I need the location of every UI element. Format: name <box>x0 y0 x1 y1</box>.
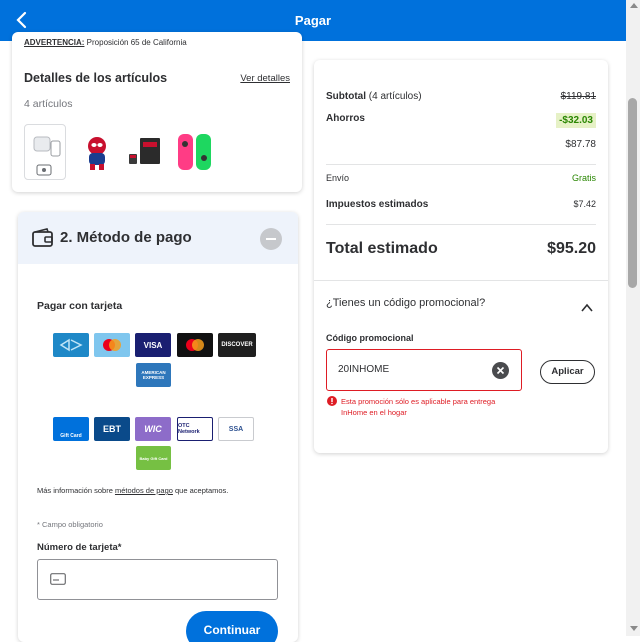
promo-code-label: Código promocional <box>326 333 414 343</box>
order-summary-card: Subtotal (4 artículos) $119.81 Ahorros -… <box>314 60 608 453</box>
subtotal-row: Subtotal (4 artículos) $119.81 <box>326 91 596 102</box>
walmart-gift-card-logo[interactable]: Gift Card <box>53 417 89 441</box>
payment-method-header[interactable]: 2. Método de pago <box>18 212 298 264</box>
summary-divider <box>326 224 596 225</box>
promo-code-input[interactable]: 20INHOME <box>326 349 522 391</box>
mastercard-dark-logo[interactable] <box>177 333 213 357</box>
items-count: 4 artículos <box>24 98 73 110</box>
summary-divider <box>314 280 608 281</box>
wallet-icon <box>32 228 53 247</box>
more-info-text: Más información sobre métodos de pago qu… <box>37 486 228 495</box>
savings-label: Ahorros <box>326 113 365 124</box>
clear-input-icon[interactable] <box>492 362 509 379</box>
product-thumbnail-sd-card[interactable] <box>126 124 168 180</box>
promo-code-toggle[interactable]: ¿Tienes un código promocional? <box>326 297 485 309</box>
prop65-warning: ADVERTENCIA: Proposición 65 de Californi… <box>24 38 187 47</box>
card-number-input[interactable] <box>37 559 278 600</box>
error-icon <box>327 396 337 406</box>
more-info-suffix: que aceptamos. <box>172 486 229 495</box>
apply-promo-button[interactable]: Aplicar <box>540 360 595 384</box>
amex-logo[interactable]: AMERICAN EXPRESS <box>136 363 171 387</box>
product-thumbnail-smart-plug-kit[interactable] <box>24 124 66 180</box>
subtotal-after-savings: $87.78 <box>565 139 596 150</box>
continue-button[interactable]: Continuar <box>186 611 278 642</box>
summary-divider <box>326 164 596 165</box>
visa-logo[interactable]: VISA <box>135 333 171 357</box>
product-thumbnail-joy-con[interactable] <box>174 124 216 180</box>
subtotal-original-price: $119.81 <box>560 91 596 102</box>
promo-error-message: Esta promoción sólo es aplicable para en… <box>341 397 496 417</box>
items-title: Detalles de los artículos <box>24 71 168 85</box>
ssa-logo[interactable]: SSA <box>218 417 254 441</box>
baby-gift-card-logo[interactable]: Baby Gift Card <box>136 446 171 470</box>
scroll-up-arrow-icon[interactable] <box>630 3 638 8</box>
subtotal-count: (4 artículos) <box>366 91 422 102</box>
mastercard-logo[interactable] <box>94 333 130 357</box>
chevron-up-icon[interactable] <box>580 301 594 315</box>
shipping-value: Gratis <box>571 173 596 183</box>
product-thumbnail-spiderman-toy[interactable] <box>76 124 118 180</box>
payment-method-title: 2. Método de pago <box>60 229 192 246</box>
ebt-logo[interactable]: EBT <box>94 417 130 441</box>
warning-text: Proposición 65 de California <box>84 38 187 47</box>
wic-logo[interactable]: WIC <box>135 417 171 441</box>
tax-value: $7.42 <box>573 199 596 209</box>
promo-code-value: 20INHOME <box>338 364 390 375</box>
capital-one-logo[interactable] <box>53 333 89 357</box>
card-number-label: Número de tarjeta* <box>37 542 122 553</box>
pay-with-card-label: Pagar con tarjeta <box>37 300 123 312</box>
payment-methods-link[interactable]: métodos de pago <box>115 486 173 495</box>
otc-network-logo[interactable]: OTC Network <box>177 417 213 441</box>
subtotal-label: Subtotal <box>326 91 366 102</box>
savings-value: -$32.03 <box>556 113 596 128</box>
items-details-card: ADVERTENCIA: Proposición 65 de Californi… <box>12 32 302 192</box>
shipping-label: Envío <box>326 173 350 183</box>
view-details-link[interactable]: Ver detalles <box>240 73 290 84</box>
warning-label[interactable]: ADVERTENCIA: <box>24 38 84 47</box>
required-field-note: * Campo obligatorio <box>37 520 103 529</box>
shipping-row: Envío Gratis <box>326 173 596 183</box>
tax-row: Impuestos estimados $7.42 <box>326 199 596 210</box>
scrollbar-thumb[interactable] <box>628 98 637 288</box>
collapse-minus-icon[interactable] <box>260 228 282 250</box>
discover-logo[interactable]: DISCOVER <box>218 333 256 357</box>
total-row: Total estimado $95.20 <box>326 240 596 258</box>
credit-card-icon <box>50 573 66 585</box>
total-value: $95.20 <box>547 240 596 257</box>
payment-method-card: 2. Método de pago Pagar con tarjeta VISA… <box>18 212 298 642</box>
savings-row: Ahorros -$32.03 <box>326 113 596 128</box>
scroll-down-arrow-icon[interactable] <box>630 626 638 631</box>
tax-label: Impuestos estimados <box>326 199 429 210</box>
chevron-left-icon[interactable] <box>10 8 34 32</box>
page-title: Pagar <box>294 13 332 28</box>
scrollbar-track[interactable] <box>626 0 640 636</box>
total-label: Total estimado <box>326 240 438 257</box>
more-info-prefix: Más información sobre <box>37 486 115 495</box>
